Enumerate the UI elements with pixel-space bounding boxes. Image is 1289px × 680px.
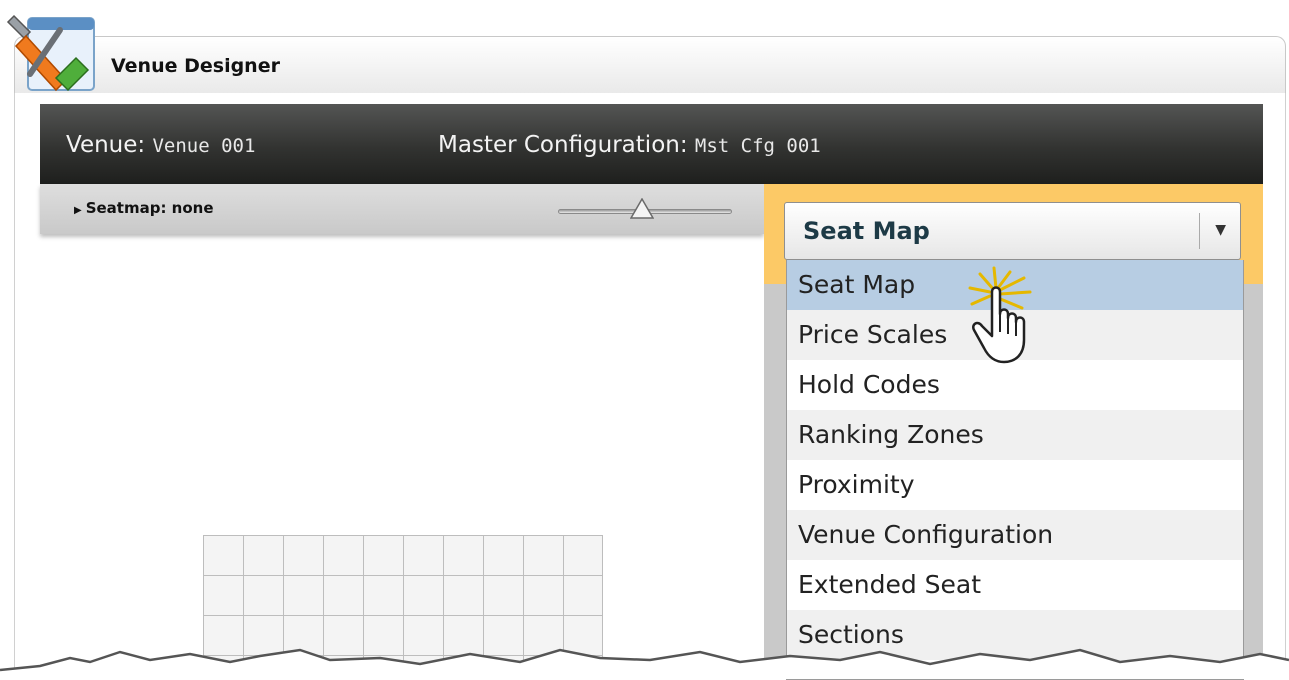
option-sections[interactable]: Sections (787, 610, 1243, 660)
venue-info: Venue: Venue 001 (66, 132, 255, 158)
option-extended-seat[interactable]: Extended Seat (787, 560, 1243, 610)
option-ranking-zones[interactable]: Ranking Zones (787, 410, 1243, 460)
tools-icon (6, 14, 95, 92)
view-select[interactable]: Seat Map ▼ (784, 202, 1241, 260)
config-label: Master Configuration: (438, 132, 688, 158)
seatmap-toolbar: ▶ Seatmap: none (40, 184, 764, 234)
select-divider (1199, 213, 1200, 249)
seat-layout-label: Seat Layout (790, 662, 874, 678)
option-seat-map[interactable]: Seat Map (787, 260, 1243, 310)
option-venue-configuration[interactable]: Venue Configuration (787, 510, 1243, 560)
seatmap-label: Seatmap: none (85, 199, 214, 217)
option-proximity[interactable]: Proximity (787, 460, 1243, 510)
config-value: Mst Cfg 001 (694, 135, 821, 157)
window-title: Venue Designer (111, 55, 280, 77)
config-info: Master Configuration: Mst Cfg 001 (438, 132, 821, 158)
view-select-value: Seat Map (803, 217, 930, 245)
venue-header: Venue: Venue 001 Master Configuration: M… (40, 104, 1263, 184)
seatmap-expander[interactable]: ▶ Seatmap: none (74, 199, 214, 217)
zoom-slider-thumb[interactable] (630, 198, 654, 220)
chevron-down-icon[interactable]: ▼ (1215, 222, 1226, 238)
option-price-scales[interactable]: Price Scales (787, 310, 1243, 360)
venue-label: Venue: (66, 132, 146, 158)
expand-triangle-icon: ▶ (74, 205, 82, 216)
window-title-bar: Venue Designer (14, 36, 1286, 94)
view-options-list: Seat Map Price Scales Hold Codes Ranking… (786, 260, 1244, 680)
option-hold-codes[interactable]: Hold Codes (787, 360, 1243, 410)
seat-grid[interactable] (203, 535, 603, 679)
venue-value: Venue 001 (152, 135, 256, 157)
